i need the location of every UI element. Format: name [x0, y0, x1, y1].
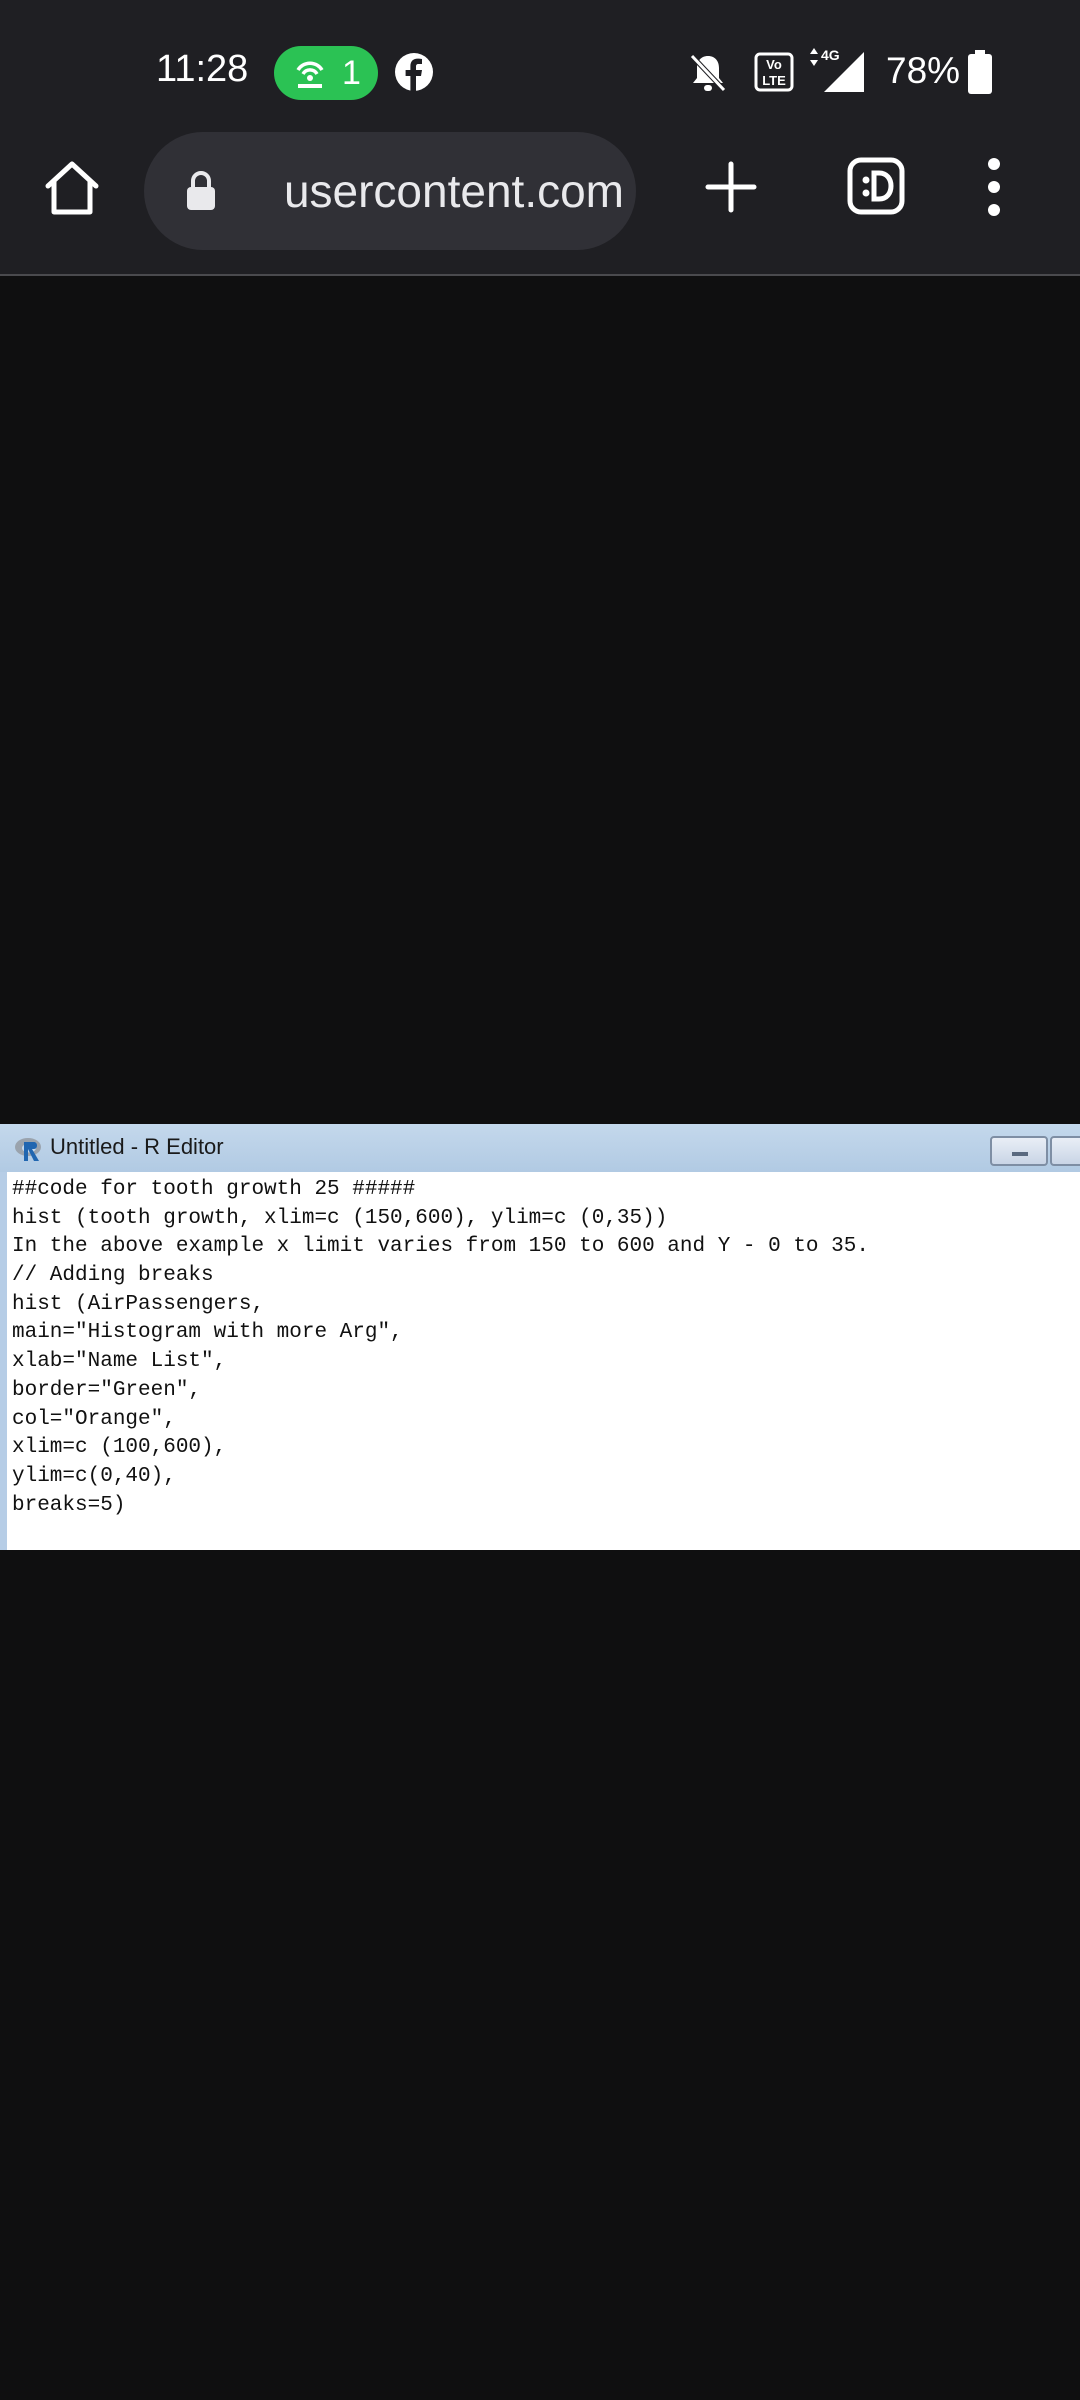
code-line: ylim=c(0,40), — [12, 1464, 176, 1488]
code-line: breaks=5) — [12, 1493, 126, 1517]
hotspot-count: 1 — [342, 54, 361, 92]
more-vert-icon[interactable] — [980, 152, 1008, 222]
bell-off-icon — [690, 54, 726, 92]
address-bar[interactable]: usercontent.com — [144, 132, 636, 250]
svg-text:4G: 4G — [821, 47, 840, 63]
code-line: xlab="Name List", — [12, 1350, 227, 1374]
plus-icon[interactable] — [702, 158, 760, 216]
browser-toolbar: usercontent.com — [0, 130, 1080, 276]
code-line: xlim=c (100,600), — [12, 1436, 227, 1460]
code-area: ##code for tooth growth 25 ##### hist (t… — [12, 1176, 1078, 1520]
maximize-button — [1050, 1136, 1080, 1166]
battery-percent: 78% — [886, 50, 961, 91]
code-line: // Adding breaks — [12, 1264, 214, 1288]
battery-icon — [968, 50, 992, 94]
r-editor-image: Untitled - R Editor ##code for tooth gro… — [0, 1124, 1080, 1550]
svg-text:Vo: Vo — [766, 57, 782, 72]
code-line: ##code for tooth growth 25 ##### — [12, 1178, 416, 1201]
lock-icon[interactable] — [184, 168, 218, 212]
hotspot-indicator[interactable]: 1 — [274, 46, 378, 100]
home-icon[interactable] — [40, 156, 104, 220]
volte-icon: Vo LTE — [754, 52, 794, 92]
window-border — [0, 1172, 7, 1550]
facebook-icon — [395, 53, 433, 91]
status-time: 11:28 — [156, 48, 249, 90]
code-line: col="Orange", — [12, 1407, 176, 1431]
status-bar: 11:28 1 Vo LTE 4G 78% — [0, 0, 1080, 130]
url-text[interactable]: usercontent.com — [244, 164, 624, 220]
r-editor-title: Untitled - R Editor — [50, 1134, 224, 1159]
code-line: hist (AirPassengers, — [12, 1292, 265, 1316]
signal-4g-icon: 4G — [810, 47, 864, 92]
code-line: border="Green", — [12, 1378, 202, 1402]
r-editor-titlebar: Untitled - R Editor — [0, 1124, 1080, 1172]
svg-text:LTE: LTE — [762, 73, 786, 88]
tab-switcher-icon[interactable] — [846, 156, 906, 216]
code-line: main="Histogram with more Arg", — [12, 1321, 403, 1345]
hotspot-icon — [296, 61, 324, 88]
code-line: In the above example x limit varies from… — [12, 1235, 869, 1259]
code-line: hist (tooth growth, xlim=c (150,600), yl… — [12, 1206, 668, 1230]
minimize-button — [990, 1136, 1048, 1166]
r-logo-icon — [15, 1138, 41, 1161]
